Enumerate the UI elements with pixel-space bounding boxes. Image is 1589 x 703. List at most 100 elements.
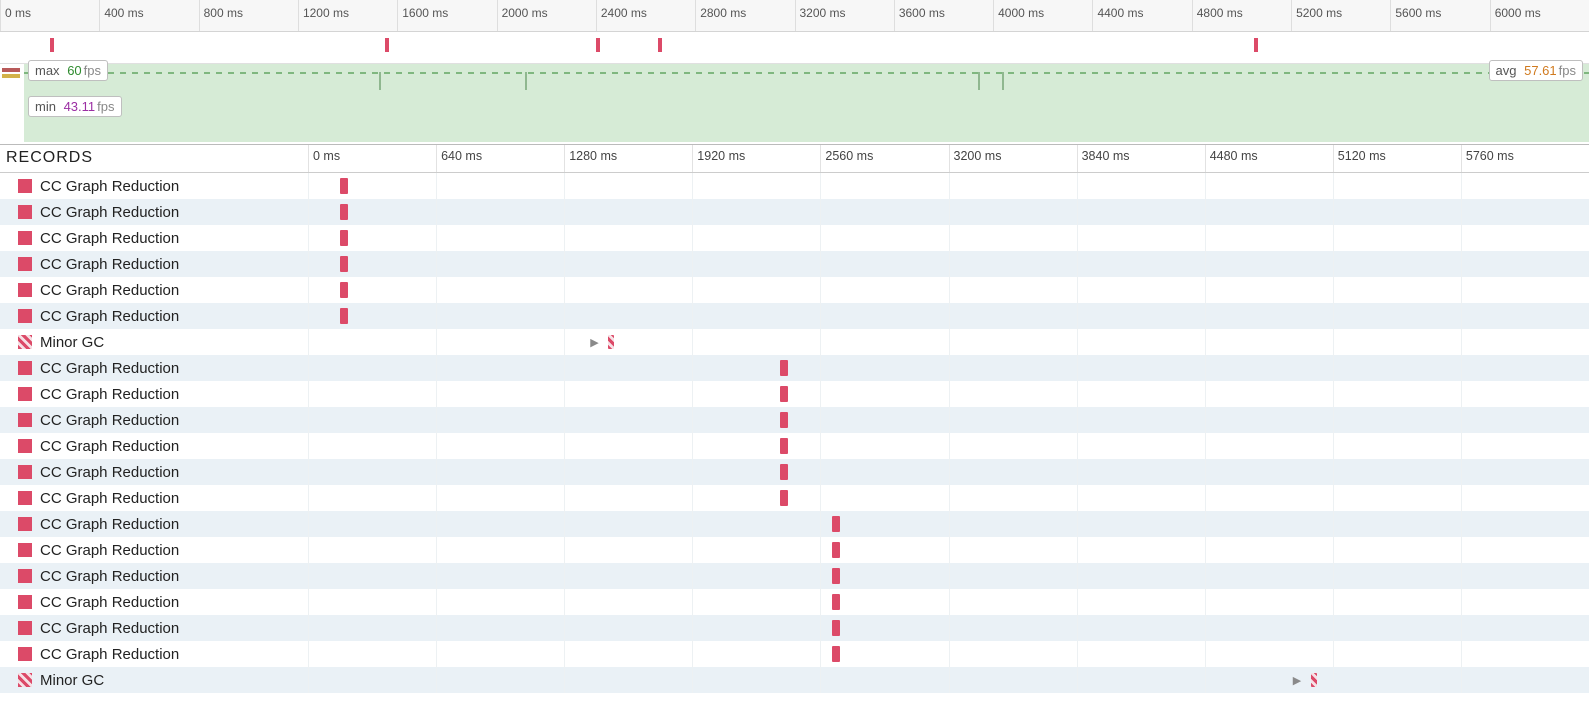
records-rows[interactable]: CC Graph ReductionCC Graph ReductionCC G… (0, 173, 1589, 703)
records-heading: RECORDS (0, 145, 308, 172)
cc-marker[interactable] (340, 282, 348, 298)
cc-marker[interactable] (832, 620, 840, 636)
record-timeline[interactable] (308, 225, 1589, 251)
cc-marker[interactable] (780, 490, 788, 506)
record-row[interactable]: CC Graph Reduction (0, 511, 1589, 537)
record-row[interactable]: CC Graph Reduction (0, 433, 1589, 459)
cc-swatch-icon (18, 439, 32, 453)
cc-marker[interactable] (780, 360, 788, 376)
record-row[interactable]: CC Graph Reduction (0, 225, 1589, 251)
record-row[interactable]: CC Graph Reduction (0, 459, 1589, 485)
records-ruler-tick: 640 ms (436, 145, 482, 172)
record-timeline[interactable] (308, 381, 1589, 407)
cc-marker[interactable] (832, 568, 840, 584)
record-timeline[interactable]: ▶ (308, 329, 1589, 355)
record-timeline[interactable] (308, 251, 1589, 277)
record-label: CC Graph Reduction (40, 178, 179, 195)
overview-marker[interactable] (385, 38, 389, 52)
overview-marker[interactable] (1254, 38, 1258, 52)
records-ruler-tick: 0 ms (308, 145, 340, 172)
cc-marker[interactable] (340, 308, 348, 324)
overview-ruler-tick: 4400 ms (1092, 0, 1143, 31)
expand-icon[interactable]: ▶ (1293, 674, 1301, 687)
record-label: CC Graph Reduction (40, 308, 179, 325)
cc-marker[interactable] (340, 178, 348, 194)
cc-marker[interactable] (780, 464, 788, 480)
record-row[interactable]: CC Graph Reduction (0, 641, 1589, 667)
record-timeline[interactable] (308, 303, 1589, 329)
record-row[interactable]: CC Graph Reduction (0, 251, 1589, 277)
record-timeline[interactable] (308, 615, 1589, 641)
record-timeline[interactable] (308, 433, 1589, 459)
record-timeline[interactable] (308, 277, 1589, 303)
cc-marker[interactable] (832, 516, 840, 532)
record-label: CC Graph Reduction (40, 204, 179, 221)
record-timeline[interactable] (308, 589, 1589, 615)
cc-marker[interactable] (340, 256, 348, 272)
record-row[interactable]: Minor GC▶ (0, 667, 1589, 693)
record-timeline[interactable] (308, 537, 1589, 563)
overview-ruler-tick: 2800 ms (695, 0, 746, 31)
record-timeline[interactable] (308, 173, 1589, 199)
record-row[interactable]: CC Graph Reduction (0, 173, 1589, 199)
record-row[interactable]: CC Graph Reduction (0, 381, 1589, 407)
fps-graph: max 60fps min 43.11fps avg 57.61fps (0, 64, 1589, 142)
record-row[interactable]: CC Graph Reduction (0, 485, 1589, 511)
cc-swatch-icon (18, 413, 32, 427)
overview-marker[interactable] (50, 38, 54, 52)
gc-marker[interactable] (608, 335, 614, 349)
records-ruler[interactable]: 0 ms640 ms1280 ms1920 ms2560 ms3200 ms38… (308, 145, 1589, 172)
overview-marker[interactable] (596, 38, 600, 52)
record-row[interactable]: CC Graph Reduction (0, 199, 1589, 225)
gc-marker[interactable] (1311, 673, 1317, 687)
overview-ruler-tick: 3200 ms (795, 0, 846, 31)
record-timeline[interactable] (308, 407, 1589, 433)
overview-ruler-tick: 2000 ms (497, 0, 548, 31)
cc-marker[interactable] (780, 438, 788, 454)
cc-swatch-icon (18, 205, 32, 219)
fps-dip (1002, 72, 1004, 90)
cc-marker[interactable] (832, 646, 840, 662)
records-ruler-tick: 5120 ms (1333, 145, 1386, 172)
record-row[interactable]: CC Graph Reduction (0, 563, 1589, 589)
records-ruler-tick: 4480 ms (1205, 145, 1258, 172)
record-row[interactable]: Minor GC▶ (0, 329, 1589, 355)
cc-marker[interactable] (340, 230, 348, 246)
record-timeline[interactable] (308, 355, 1589, 381)
overview-ruler[interactable]: 0 ms400 ms800 ms1200 ms1600 ms2000 ms240… (0, 0, 1589, 32)
cc-marker[interactable] (832, 542, 840, 558)
records-panel: RECORDS 0 ms640 ms1280 ms1920 ms2560 ms3… (0, 145, 1589, 703)
records-ruler-tick: 1920 ms (692, 145, 745, 172)
record-row[interactable]: CC Graph Reduction (0, 277, 1589, 303)
cc-swatch-icon (18, 309, 32, 323)
cc-marker[interactable] (780, 412, 788, 428)
expand-icon[interactable]: ▶ (590, 336, 598, 349)
record-timeline[interactable] (308, 199, 1589, 225)
overview-ruler-tick: 2400 ms (596, 0, 647, 31)
record-timeline[interactable] (308, 459, 1589, 485)
record-row[interactable]: CC Graph Reduction (0, 589, 1589, 615)
cc-marker[interactable] (832, 594, 840, 610)
records-ruler-tick: 3200 ms (949, 145, 1002, 172)
record-timeline[interactable]: ▶ (308, 667, 1589, 693)
cc-swatch-icon (18, 621, 32, 635)
overview-ruler-tick: 3600 ms (894, 0, 945, 31)
cc-marker[interactable] (780, 386, 788, 402)
record-timeline[interactable] (308, 511, 1589, 537)
overview-marker[interactable] (658, 38, 662, 52)
gc-swatch-icon (18, 335, 32, 349)
record-row[interactable]: CC Graph Reduction (0, 537, 1589, 563)
record-timeline[interactable] (308, 563, 1589, 589)
record-row[interactable]: CC Graph Reduction (0, 303, 1589, 329)
record-row[interactable]: CC Graph Reduction (0, 407, 1589, 433)
record-row[interactable]: CC Graph Reduction (0, 615, 1589, 641)
cc-marker[interactable] (340, 204, 348, 220)
record-timeline[interactable] (308, 641, 1589, 667)
record-timeline[interactable] (308, 485, 1589, 511)
record-row[interactable]: CC Graph Reduction (0, 355, 1589, 381)
gc-swatch-icon (18, 673, 32, 687)
records-ruler-tick: 2560 ms (820, 145, 873, 172)
timeline-overview[interactable]: 0 ms400 ms800 ms1200 ms1600 ms2000 ms240… (0, 0, 1589, 145)
record-label: CC Graph Reduction (40, 490, 179, 507)
record-label: CC Graph Reduction (40, 412, 179, 429)
